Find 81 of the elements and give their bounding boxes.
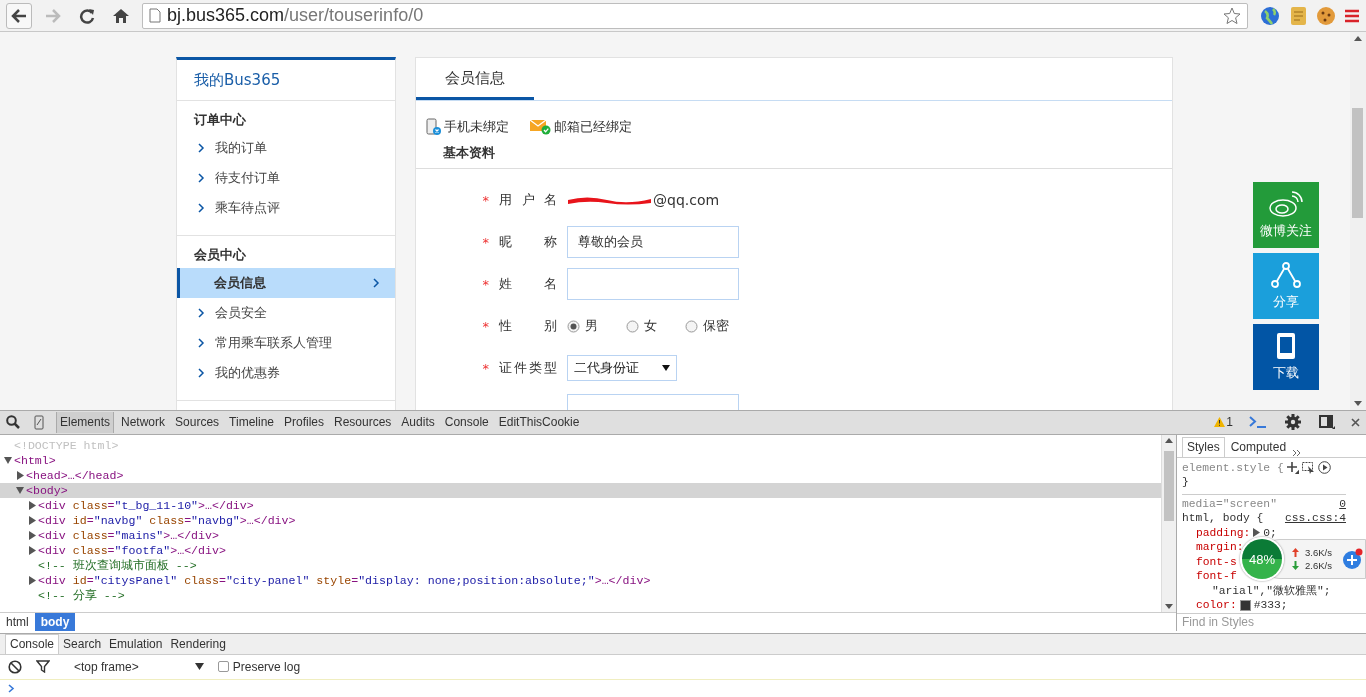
preserve-log-checkbox[interactable]: Preserve log (217, 659, 301, 674)
drawer-tab[interactable]: Search (59, 633, 106, 654)
upload-rate: 3.6K/s (1305, 547, 1332, 558)
sidebar-item[interactable]: 常用乘车联系人管理 (177, 328, 395, 358)
radio-label: 保密 (703, 317, 729, 335)
code-line[interactable]: <!-- 班次查询城市面板 --> (38, 557, 197, 573)
url-text: bj.bus365.com/user/touserinfo/0 (167, 5, 425, 26)
source-link[interactable]: 0 (1339, 497, 1346, 510)
required-mark: * (482, 318, 489, 334)
radio-label: 女 (644, 317, 657, 335)
sidebar-item[interactable]: 会员安全 (177, 298, 395, 328)
side-button[interactable]: 微博关注 (1253, 182, 1319, 248)
devtools-tab[interactable]: Audits (398, 411, 438, 433)
styles-filter-field[interactable]: Find in Styles (1177, 612, 1366, 631)
side-button[interactable]: 下载 (1253, 324, 1319, 390)
sidebar-item[interactable]: 我的优惠券 (177, 358, 395, 388)
devtools-tab[interactable]: EditThisCookie (495, 411, 583, 433)
code-line[interactable]: <!-- 分享 --> (38, 587, 125, 603)
code-line[interactable]: <div id="navbg" class="navbg">…</div> (38, 513, 296, 527)
warning-count[interactable]: 1 (1226, 415, 1233, 430)
field-label: 姓名 (499, 276, 557, 291)
devtools-tab[interactable]: Network (118, 411, 169, 433)
property-value: #333; (1253, 599, 1288, 612)
property-name: font-s (1196, 555, 1237, 568)
frame-selector[interactable]: <top frame> (64, 659, 204, 674)
username-value: @qq.com (653, 192, 720, 208)
required-mark: * (482, 360, 489, 376)
sidebar-item[interactable]: 乘车待点评 (177, 193, 395, 223)
devtools-tab[interactable]: Resources (331, 411, 395, 433)
sidebar-item[interactable]: 待支付订单 (177, 163, 395, 193)
section-tab[interactable]: 会员信息 (416, 60, 534, 100)
required-mark: * (482, 234, 489, 250)
property-name: font-f (1196, 570, 1237, 583)
field-label: 用户名 (499, 192, 557, 207)
code-line[interactable]: <body> (26, 483, 68, 497)
style-selector: html, body { (1182, 512, 1264, 525)
breadcrumb[interactable]: body (34, 612, 76, 631)
property-name: padding: (1196, 526, 1251, 539)
field-label: 性别 (499, 318, 557, 333)
sidebar-title: 我的Bus365 (194, 70, 281, 90)
field-label: 证件类型 (499, 360, 557, 375)
property-value: 0; (1263, 526, 1277, 539)
devtools-tab[interactable]: Profiles (281, 411, 327, 433)
id-type-dropdown[interactable]: 二代身份证 (567, 355, 677, 381)
code-line[interactable]: <div class="t_bg_11-10">…</div> (38, 498, 254, 512)
code-line[interactable]: <html> (14, 453, 56, 467)
source-link[interactable]: css.css:4 (1285, 512, 1346, 525)
styles-tab[interactable]: Computed (1226, 436, 1291, 457)
drawer-tab[interactable]: Console (5, 633, 60, 654)
cpu-percent: 48% (1249, 551, 1275, 567)
code-line[interactable]: <div class="footfa">…</div> (38, 543, 226, 557)
drawer-tab[interactable]: Rendering (166, 633, 230, 654)
devtools-tab[interactable]: Sources (172, 411, 223, 433)
styles-tab[interactable]: Styles (1182, 436, 1225, 457)
devtools-tab[interactable]: Elements (56, 411, 115, 433)
property-name: color: (1196, 599, 1237, 612)
code-line[interactable]: <div class="mains">…</div> (38, 528, 219, 542)
binding-status: 邮箱已经绑定 (554, 118, 632, 136)
code-line[interactable]: <head>…</head> (26, 468, 124, 482)
drawer-tab[interactable]: Emulation (105, 633, 167, 654)
field-label: 昵称 (499, 234, 557, 249)
sidebar-item[interactable]: 我的订单 (177, 133, 395, 163)
section-heading: 基本资料 (416, 136, 1172, 169)
breadcrumb[interactable]: html (0, 612, 35, 631)
download-rate: 2.6K/s (1305, 560, 1332, 571)
radio-label: 男 (585, 317, 598, 335)
code-line[interactable]: <div id="citysPanel" class="city-panel" style="display: none;position:absolute;">…</div> (38, 573, 651, 587)
sidebar-heading: 会员中心 (193, 246, 247, 264)
text-field[interactable]: 尊敬的会员 (567, 226, 739, 258)
sidebar-item[interactable]: 会员信息 (177, 268, 395, 298)
binding-status: 手机未绑定 (444, 118, 509, 136)
media-text: media="screen" (1182, 497, 1277, 510)
devtools-tab[interactable]: Console (441, 411, 492, 433)
required-mark: * (482, 192, 489, 208)
sidebar-heading: 订单中心 (193, 111, 247, 129)
style-selector: element.style { (1182, 461, 1284, 474)
property-value: "arial","微软雅黑"; (1212, 584, 1331, 599)
brace-text: } (1182, 476, 1189, 489)
devtools-tab[interactable]: Timeline (226, 411, 277, 433)
address-bar[interactable]: bj.bus365.com/user/touserinfo/0 (142, 2, 1248, 29)
required-mark: * (482, 276, 489, 292)
